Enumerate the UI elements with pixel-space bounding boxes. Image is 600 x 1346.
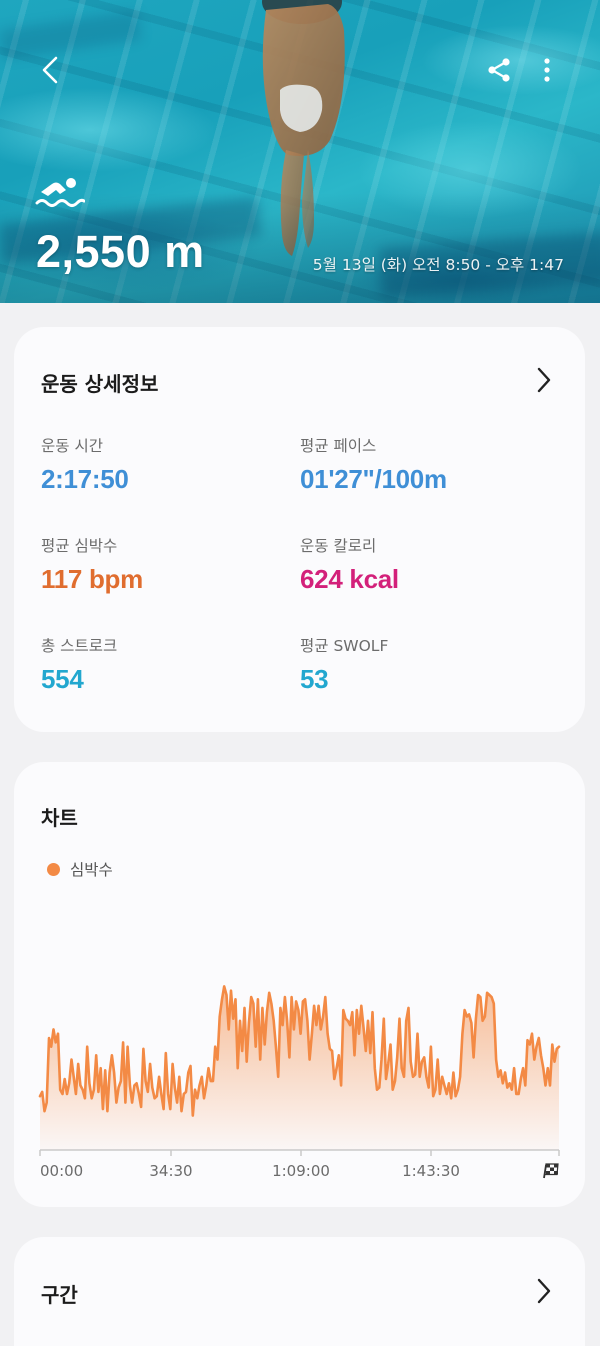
stat-calories: 운동 칼로리 624 kcal: [300, 534, 399, 595]
stat-label: 평균 페이스: [300, 437, 377, 455]
hero-banner: 2,550 m 5월 13일 (화) 오전 8:50 - 오후 1:47: [0, 0, 600, 303]
stat-value: 624 kcal: [300, 564, 399, 594]
stat-label: 총 스트로크: [41, 637, 118, 655]
laps-title: 구간: [41, 1283, 78, 1307]
more-vertical-icon: [544, 58, 550, 82]
laps-card[interactable]: 구간: [14, 1237, 585, 1346]
swimming-icon: [35, 178, 85, 207]
workout-details-card[interactable]: 운동 상세정보 운동 시간 2:17:50 평균 페이스 01'27"/100m…: [14, 327, 585, 732]
stat-value: 554: [41, 664, 84, 694]
stat-value: 53: [300, 664, 329, 694]
back-button[interactable]: [31, 50, 71, 90]
stat-label: 평균 심박수: [41, 537, 118, 555]
details-chevron-button[interactable]: [529, 365, 559, 395]
x-tick-label: 00:00: [40, 1162, 83, 1180]
chevron-right-icon: [537, 1278, 551, 1304]
stat-label: 평균 SWOLF: [300, 637, 389, 655]
stat-avg-pace: 평균 페이스 01'27"/100m: [300, 434, 447, 495]
more-options-button[interactable]: [527, 50, 567, 90]
back-arrow-icon: [42, 56, 58, 84]
stat-value: 2:17:50: [41, 464, 129, 494]
stat-total-strokes: 총 스트로크 554: [41, 634, 117, 695]
heart-rate-chart[interactable]: 00:00 34:30 1:09:00 1:43:30: [14, 762, 585, 1207]
share-button[interactable]: [479, 50, 519, 90]
x-tick-label: 1:43:30: [402, 1162, 460, 1180]
stat-avg-swolf: 평균 SWOLF 53: [300, 634, 388, 695]
x-axis-ticks: 00:00 34:30 1:09:00 1:43:30: [39, 1150, 560, 1180]
share-icon: [488, 58, 510, 82]
stat-label: 운동 시간: [41, 437, 103, 455]
stat-avg-heart-rate: 평균 심박수 117 bpm: [41, 534, 143, 595]
workout-datetime: 5월 13일 (화) 오전 8:50 - 오후 1:47: [312, 256, 564, 274]
stat-duration: 운동 시간 2:17:50: [41, 434, 129, 495]
details-title: 운동 상세정보: [41, 372, 159, 396]
x-tick-label: 34:30: [149, 1162, 192, 1180]
total-distance: 2,550 m: [36, 226, 205, 277]
chart-card: 차트 심박수 00:00 34:30 1:09:00 1:43:30: [14, 762, 585, 1207]
chevron-right-icon: [537, 367, 551, 393]
x-tick-label: 1:09:00: [272, 1162, 330, 1180]
checkered-flag-icon: [543, 1163, 559, 1179]
stat-value: 01'27"/100m: [300, 464, 447, 494]
laps-chevron-button[interactable]: [529, 1276, 559, 1306]
stat-label: 운동 칼로리: [300, 537, 377, 555]
stat-value: 117 bpm: [41, 564, 143, 594]
